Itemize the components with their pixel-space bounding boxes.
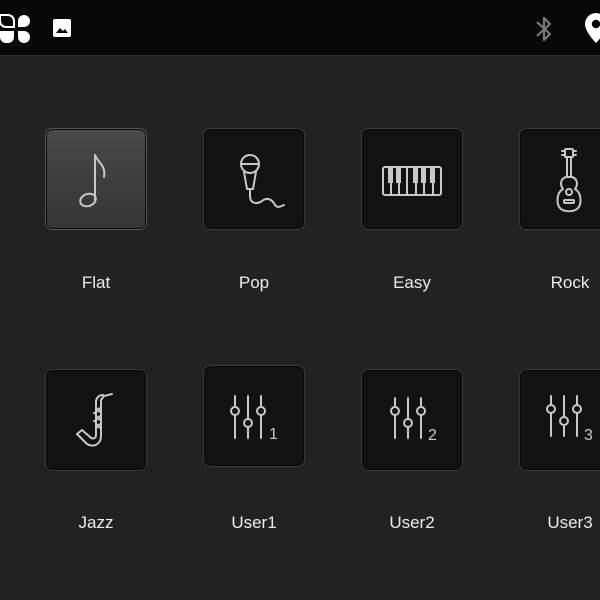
preset-user2-label: User2 xyxy=(389,513,435,532)
preset-user3-button[interactable]: 3 xyxy=(519,369,600,471)
preset-user3-label: User3 xyxy=(547,513,593,532)
preset-user1-button[interactable]: 1 xyxy=(203,365,305,467)
location-pin-icon[interactable] xyxy=(583,12,600,44)
guitar-icon xyxy=(556,148,582,213)
preset-rock-button[interactable] xyxy=(519,128,600,230)
piano-keys-icon xyxy=(382,166,442,196)
status-bar xyxy=(0,0,600,56)
preset-easy-button[interactable] xyxy=(361,128,463,230)
microphone-icon xyxy=(240,154,285,208)
preset-user1-label: User1 xyxy=(231,513,277,532)
preset-easy-label: Easy xyxy=(393,273,431,292)
preset-rock-label: Rock xyxy=(550,273,590,292)
slider-number: 3 xyxy=(584,427,593,444)
slider-number: 1 xyxy=(269,426,278,443)
preset-pop-button[interactable] xyxy=(203,128,305,230)
sliders-2-icon: 2 xyxy=(390,397,437,444)
slider-number: 2 xyxy=(428,427,437,444)
image-icon[interactable] xyxy=(51,17,73,39)
music-note-icon xyxy=(79,154,106,208)
preset-flat-button[interactable] xyxy=(45,128,147,230)
preset-jazz-button[interactable] xyxy=(45,369,147,471)
saxophone-icon xyxy=(76,393,113,447)
bluetooth-icon[interactable] xyxy=(532,14,556,44)
preset-user2-button[interactable]: 2 xyxy=(361,369,463,471)
sliders-1-icon: 1 xyxy=(230,395,278,443)
sliders-3-icon: 3 xyxy=(546,395,593,444)
preset-jazz-label: Jazz xyxy=(78,513,114,532)
preset-pop-label: Pop xyxy=(238,273,270,292)
apps-grid-icon[interactable] xyxy=(0,13,32,45)
preset-flat-label: Flat xyxy=(81,273,111,292)
